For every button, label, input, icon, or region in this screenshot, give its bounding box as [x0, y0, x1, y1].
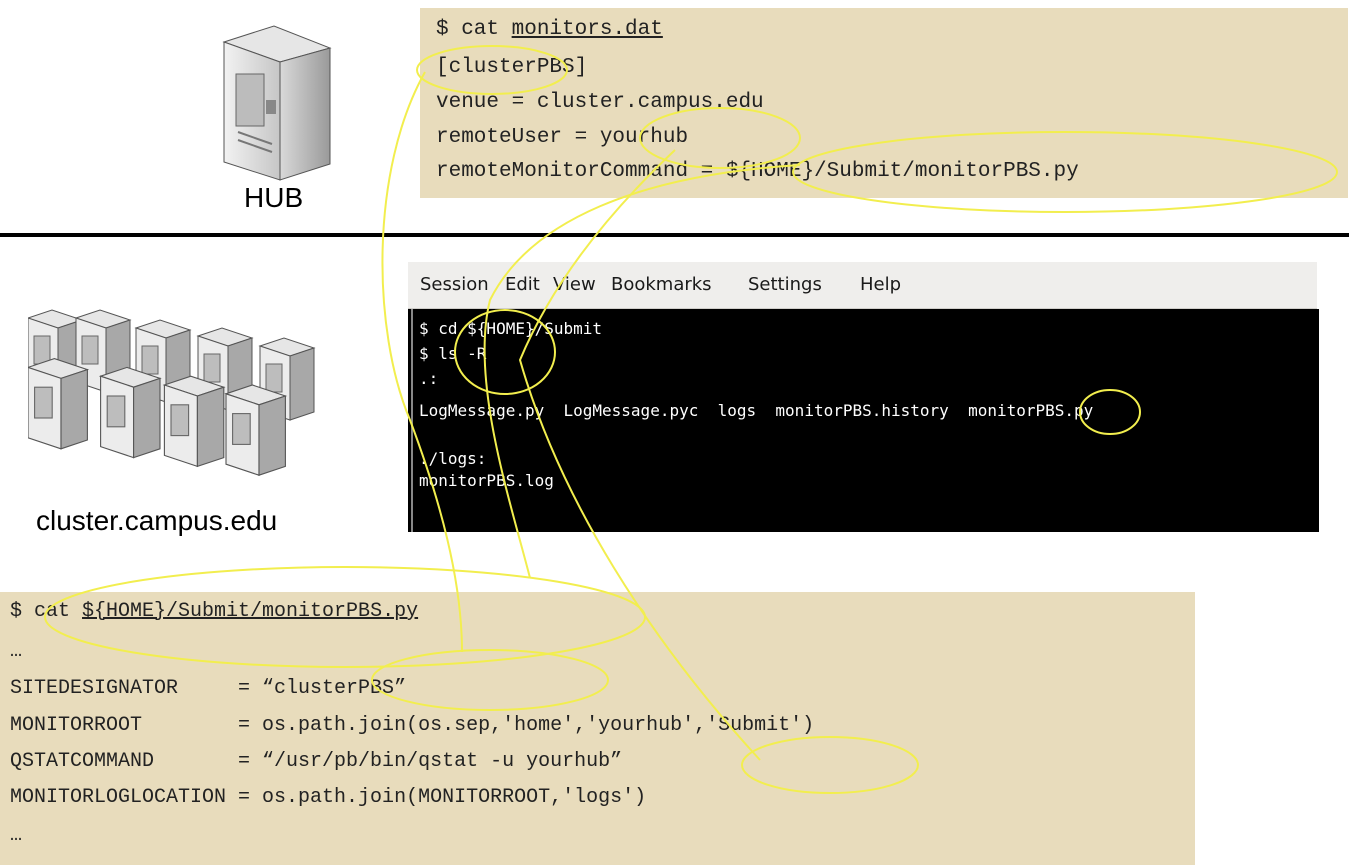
terminal-body[interactable]: $ cd ${HOME}/Submit $ ls -R .: LogMessag… [411, 309, 1319, 532]
bottom-prompt: $ cat [10, 600, 83, 623]
terminal-line-2: $ ls -R [419, 344, 487, 363]
bottom-line-1: … [10, 640, 23, 663]
menu-bookmarks[interactable]: Bookmarks [611, 274, 712, 295]
terminal-line-6: ./logs: [419, 449, 487, 468]
monitors-dat-box: $ cat monitors.dat [clusterPBS] venue = … [420, 8, 1348, 198]
menu-help[interactable]: Help [860, 274, 901, 295]
terminal-line-1: $ cd ${HOME}/Submit [419, 319, 603, 338]
bottom-line-4: QSTATCOMMAND = “/usr/pb/bin/qstat -u you… [10, 750, 623, 773]
monitorpbs-py-box: $ cat ${HOME}/Submit/monitorPBS.py … SIT… [0, 592, 1195, 865]
bottom-line-5: MONITORLOGLOCATION = os.path.join(MONITO… [10, 786, 647, 809]
terminal-menubar: Session Edit View Bookmarks Settings Hel… [408, 262, 1317, 309]
bottom-line-3: MONITORROOT = os.path.join(os.sep,'home'… [10, 714, 815, 737]
menu-session[interactable]: Session [420, 274, 489, 295]
top-filename: monitors.dat [511, 18, 663, 41]
hub-label: HUB [244, 182, 304, 213]
top-prompt: $ cat [436, 18, 512, 41]
menu-edit[interactable]: Edit [505, 274, 540, 295]
terminal-window[interactable]: Session Edit View Bookmarks Settings Hel… [408, 262, 1319, 532]
cluster-label: cluster.campus.edu [36, 505, 278, 536]
bottom-line-6: … [10, 824, 23, 847]
top-line-2: venue = cluster.campus.edu [436, 91, 764, 114]
bottom-line-2: SITEDESIGNATOR = “clusterPBS” [10, 677, 407, 700]
bottom-filename: ${HOME}/Submit/monitorPBS.py [82, 600, 419, 623]
cluster-servers-icon [28, 309, 315, 476]
top-line-1: [clusterPBS] [436, 56, 588, 79]
terminal-line-4: LogMessage.py LogMessage.pyc logs monito… [419, 401, 1094, 420]
menu-view[interactable]: View [553, 274, 596, 295]
divider-line [0, 233, 1349, 237]
top-line-4: remoteMonitorCommand = ${HOME}/Submit/mo… [436, 160, 1079, 183]
top-line-3: remoteUser = yourhub [436, 126, 689, 149]
bottom-command-line: $ cat ${HOME}/Submit/monitorPBS.py [10, 600, 418, 623]
hub-server-icon [222, 25, 332, 181]
menu-settings[interactable]: Settings [748, 274, 822, 295]
terminal-line-7: monitorPBS.log [419, 471, 554, 490]
terminal-line-3: .: [419, 369, 439, 388]
top-command-line: $ cat monitors.dat [436, 18, 663, 41]
